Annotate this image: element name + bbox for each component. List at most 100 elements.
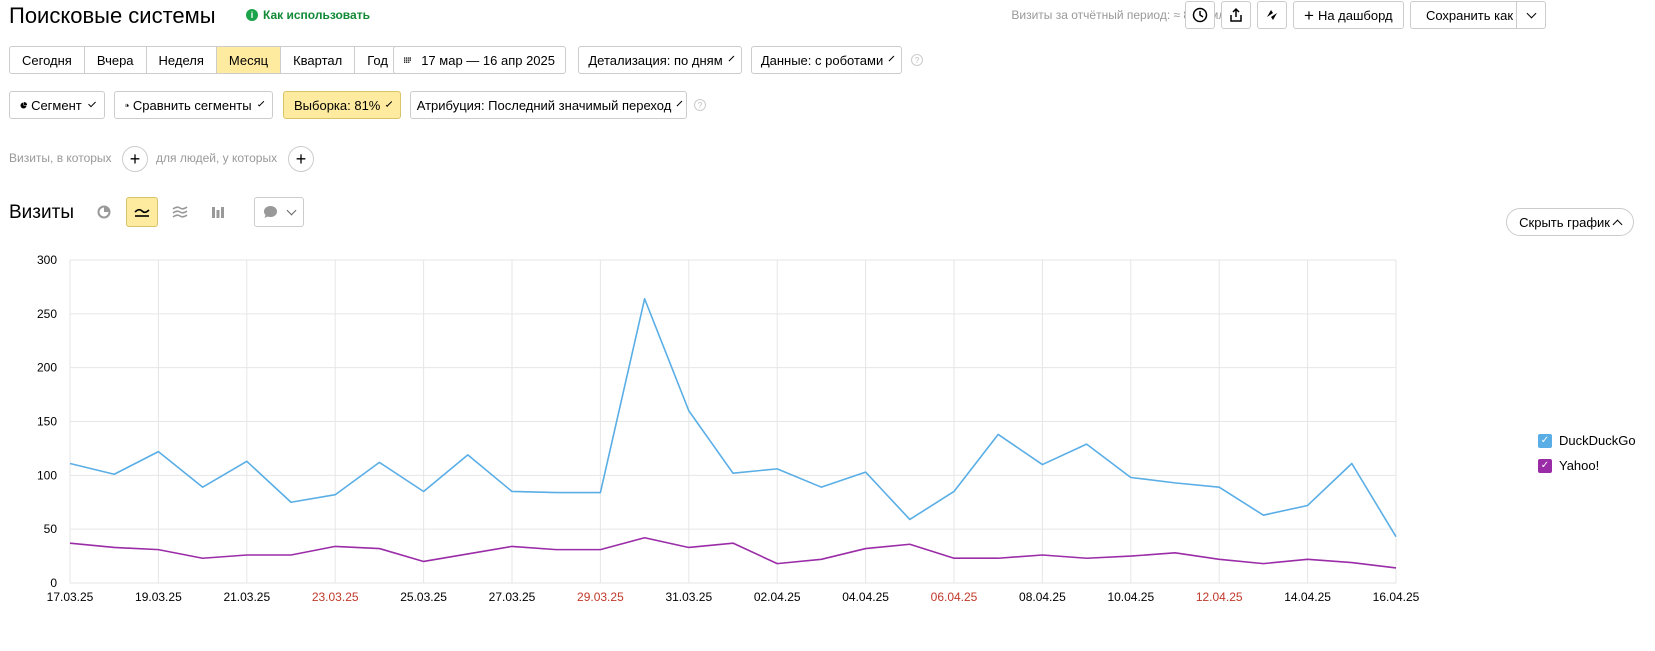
chevron-down-icon [386, 99, 393, 107]
x-tick-label: 02.04.25 [754, 590, 801, 604]
chart-legend: ✓ DuckDuckGo ✓ Yahoo! [1538, 433, 1636, 473]
sample-dropdown[interactable]: Выборка: 81% [283, 91, 401, 119]
share-icon [1230, 7, 1242, 22]
x-tick-label: 12.04.25 [1196, 590, 1243, 604]
chevron-down-icon [87, 99, 96, 107]
drops-icon [125, 103, 129, 107]
y-tick-label: 150 [37, 415, 57, 429]
chevron-down-icon [888, 55, 895, 61]
compare-icon [1267, 10, 1277, 20]
chevron-down-icon [286, 205, 297, 215]
chart-type-bar[interactable] [202, 197, 234, 227]
date-range-picker[interactable]: 17 мар — 16 апр 2025 [393, 46, 566, 74]
series-line-duckduckgo [69, 297, 1397, 538]
pie-chart-icon [97, 205, 111, 219]
legend-item-duckduckgo[interactable]: ✓ DuckDuckGo [1538, 433, 1636, 448]
legend-label: DuckDuckGo [1559, 433, 1636, 448]
period-quarter[interactable]: Квартал [281, 47, 356, 73]
pie-icon [20, 101, 28, 109]
attribution-label: Атрибуция: Последний значимый переход [416, 97, 672, 113]
segment-dropdown[interactable]: Сегмент [9, 91, 105, 119]
x-tick-label: 10.04.25 [1107, 590, 1154, 604]
y-tick-label: 50 [44, 522, 58, 536]
y-tick-label: 0 [50, 576, 57, 590]
data-label: Данные: с роботами [760, 52, 884, 68]
y-tick-label: 100 [37, 468, 57, 482]
x-tick-label: 16.04.25 [1373, 590, 1420, 604]
period-selector: Сегодня Вчера Неделя Месяц Квартал Год [9, 46, 401, 74]
x-tick-label: 31.03.25 [665, 590, 712, 604]
x-tick-label: 14.04.25 [1284, 590, 1331, 604]
howto-link[interactable]: i Как использовать [246, 8, 370, 22]
add-people-filter-button[interactable]: + [288, 146, 314, 172]
period-today[interactable]: Сегодня [10, 47, 85, 73]
plus-icon: + [295, 148, 307, 169]
add-to-dashboard-label: На дашборд [1317, 7, 1393, 23]
period-week[interactable]: Неделя [146, 47, 217, 73]
y-tick-label: 200 [37, 361, 57, 375]
period-month[interactable]: Месяц [216, 47, 282, 73]
segment-label: Сегмент [31, 97, 82, 113]
chart-type-pie[interactable] [88, 197, 120, 227]
hide-chart-label: Скрыть график [1519, 214, 1610, 230]
y-tick-label: 300 [37, 255, 57, 267]
help-icon[interactable]: ? [911, 54, 923, 66]
legend-item-yahoo[interactable]: ✓ Yahoo! [1538, 458, 1636, 473]
people-filter-label: для людей, у которых [156, 151, 278, 165]
save-as-dropdown[interactable] [1516, 1, 1546, 29]
series-line-yahoo [69, 536, 1397, 569]
help-icon[interactable]: ? [694, 99, 706, 111]
chevron-down-icon [257, 99, 265, 107]
plus-icon: + [129, 148, 141, 169]
annotations-dropdown[interactable] [254, 197, 304, 227]
chart-type-selector [88, 197, 234, 227]
bar-chart-icon [212, 207, 224, 218]
area-chart-icon [172, 206, 188, 218]
history-button[interactable] [1185, 1, 1215, 29]
page-title: Поисковые системы [9, 3, 216, 28]
x-tick-label: 21.03.25 [223, 590, 270, 604]
chart-type-line[interactable] [126, 197, 158, 227]
calendar-icon [404, 57, 412, 63]
visits-line-chart: 0 50 100 150 200 250 300 17.03.25 19.03.25 21.03.… [37, 255, 1420, 604]
chart-type-area[interactable] [164, 197, 196, 227]
add-visit-filter-button[interactable]: + [122, 146, 148, 172]
info-icon: i [246, 9, 258, 21]
save-as-button[interactable]: Сохранить как [1410, 1, 1518, 29]
legend-label: Yahoo! [1559, 458, 1600, 473]
line-chart-icon [134, 208, 150, 217]
clock-icon [1192, 7, 1208, 23]
x-tick-label: 06.04.25 [931, 590, 978, 604]
date-range-label: 17 мар — 16 апр 2025 [421, 52, 555, 68]
chevron-down-icon [728, 55, 734, 61]
data-dropdown[interactable]: Данные: с роботами [751, 46, 902, 74]
hide-chart-button[interactable]: Скрыть график [1506, 208, 1634, 236]
checkbox-checked-icon: ✓ [1538, 433, 1552, 448]
save-as-label: Сохранить как [1425, 7, 1514, 23]
compare-button[interactable] [1257, 1, 1287, 29]
x-tick-label: 08.04.25 [1019, 590, 1066, 604]
sample-label: Выборка: 81% [294, 97, 381, 113]
x-tick-label: 19.03.25 [135, 590, 182, 604]
chevron-up-icon [1612, 219, 1623, 229]
plus-icon: + [1304, 5, 1314, 25]
x-tick-label: 04.04.25 [842, 590, 889, 604]
add-to-dashboard-button[interactable]: + На дашборд [1293, 1, 1404, 29]
detail-dropdown[interactable]: Детализация: по дням [578, 46, 742, 74]
x-tick-label: 29.03.25 [577, 590, 624, 604]
chart-title: Визиты [9, 202, 74, 223]
export-button[interactable] [1221, 1, 1251, 29]
attribution-dropdown[interactable]: Атрибуция: Последний значимый переход [410, 91, 687, 119]
x-tick-label: 27.03.25 [489, 590, 536, 604]
checkbox-checked-icon: ✓ [1538, 458, 1552, 473]
x-tick-label: 23.03.25 [312, 590, 359, 604]
chevron-down-icon [1526, 8, 1536, 18]
chevron-down-icon [676, 100, 683, 106]
compare-segments-dropdown[interactable]: Сравнить сегменты [114, 91, 273, 119]
howto-label: Как использовать [263, 8, 370, 22]
compare-segments-label: Сравнить сегменты [132, 97, 252, 113]
x-tick-label: 17.03.25 [47, 590, 94, 604]
y-tick-label: 250 [37, 307, 57, 321]
period-yesterday[interactable]: Вчера [84, 47, 147, 73]
detail-label: Детализация: по дням [588, 52, 723, 68]
